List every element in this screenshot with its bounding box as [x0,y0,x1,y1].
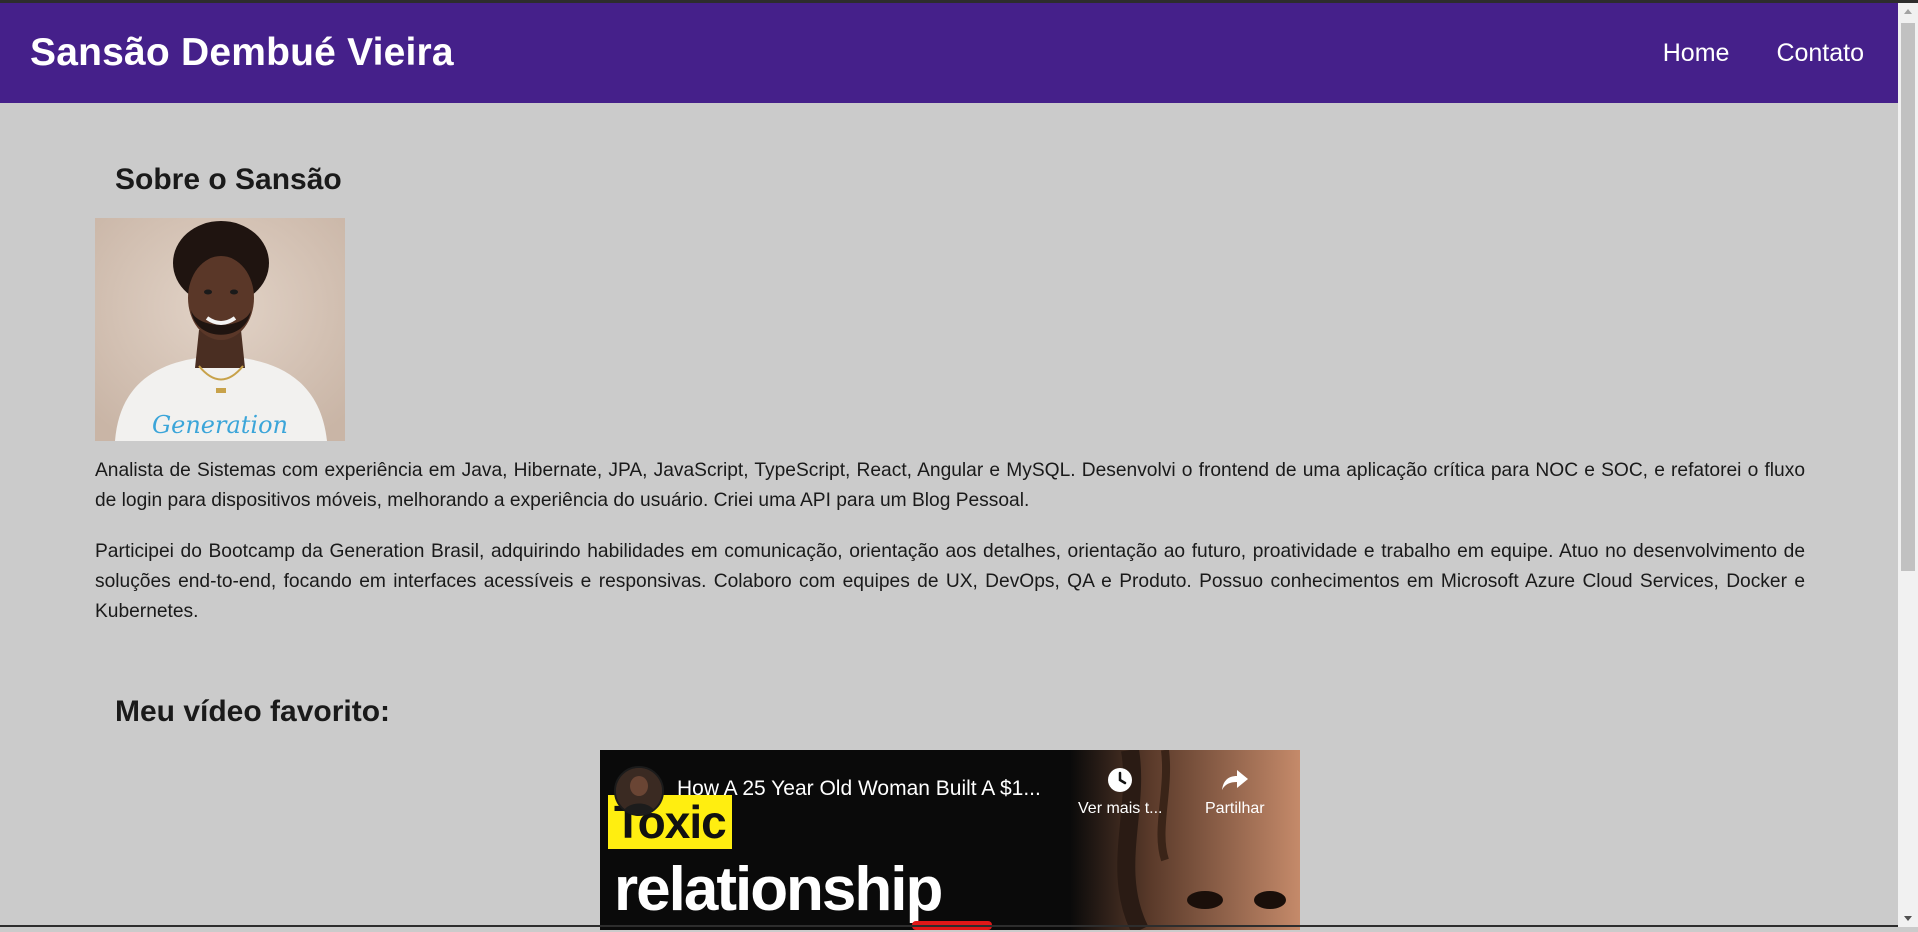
about-paragraph-2: Participei do Bootcamp da Generation Bra… [95,541,1805,622]
nav-links: Home Contato [1663,39,1864,68]
about-title: Sobre o Sansão [115,163,342,196]
scroll-down-arrow-icon[interactable] [1898,910,1918,927]
watch-later-button[interactable]: Ver mais t... [1078,766,1162,818]
nav-link-home[interactable]: Home [1663,39,1730,68]
navbar: Sansão Dembué Vieira Home Contato [0,3,1898,103]
thumbnail-text-relationship: relationship [614,855,943,924]
channel-avatar[interactable] [614,766,664,816]
shirt-logo-text: Generation [152,411,288,439]
vertical-scrollbar[interactable] [1898,3,1918,927]
share-label: Partilhar [1205,800,1265,817]
nav-link-contato[interactable]: Contato [1776,39,1864,68]
share-icon [1221,770,1248,790]
clock-icon [1108,768,1133,792]
scrollbar-thumb[interactable] [1901,23,1915,571]
video-section-title: Meu vídeo favorito: [115,695,391,728]
share-button[interactable]: Partilhar [1205,766,1265,818]
profile-photo: Generation [95,218,345,441]
scroll-up-arrow-icon[interactable] [1898,3,1918,20]
video-title[interactable]: How A 25 Year Old Woman Built A $1... [677,777,1041,801]
youtube-embed[interactable]: Toxic relationship How A 25 Year Old Wom… [600,750,1300,930]
site-brand[interactable]: Sansão Dembué Vieira [30,31,454,75]
about-paragraph-1: Analista de Sistemas com experiência em … [95,460,1805,511]
watch-later-label: Ver mais t... [1078,800,1163,817]
